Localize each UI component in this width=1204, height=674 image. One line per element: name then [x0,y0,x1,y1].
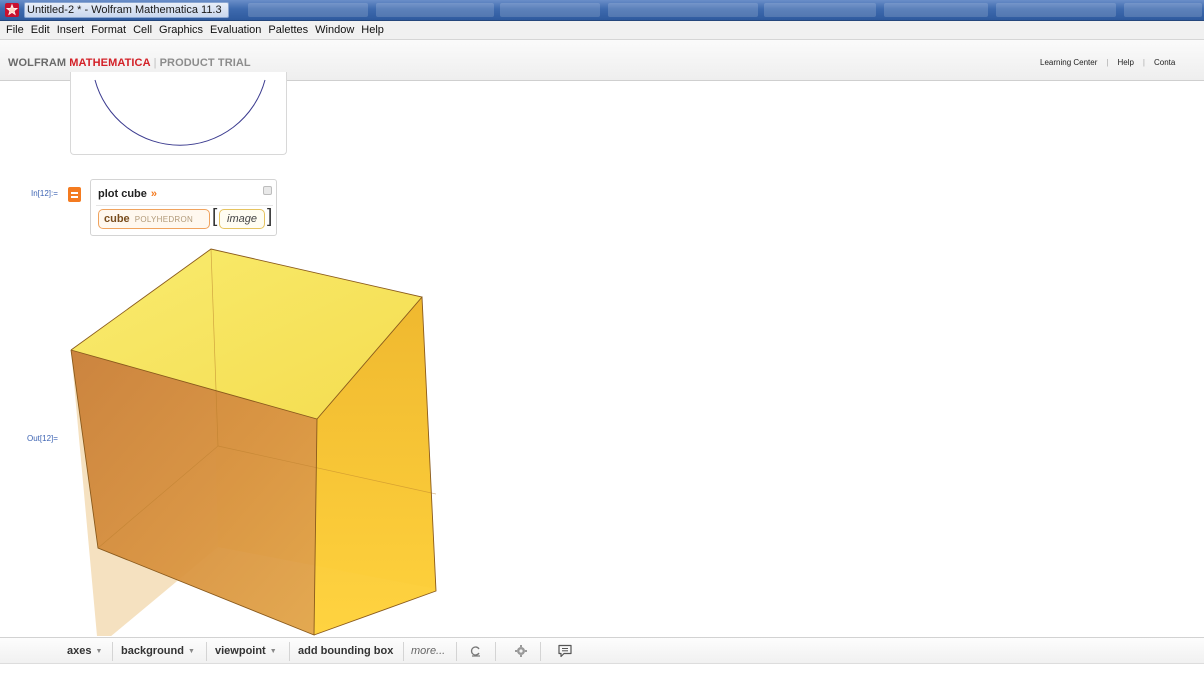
brand-separator: | [153,57,157,69]
entity-name: cube [104,213,130,225]
mathematica-spikey-icon [5,3,19,17]
help-link[interactable]: Help [1117,58,1133,67]
query-chevron[interactable]: » [151,188,157,200]
taskbar-item[interactable] [248,3,368,17]
taskbar-item[interactable] [884,3,988,17]
viewpoint-button[interactable]: viewpoint ▼ [215,638,277,664]
brand-product-trial: PRODUCT TRIAL [159,57,251,69]
circle-graphic [94,79,266,146]
chevron-down-icon: ▼ [95,647,103,655]
axes-button[interactable]: axes ▼ [67,638,102,664]
free-form-input-cell[interactable]: plot cube » cube POLYHEDRON [ image ] [90,179,277,236]
menu-insert[interactable]: Insert [57,24,85,36]
taskbar-item[interactable] [376,3,494,17]
background-button[interactable]: background ▼ [121,638,195,664]
learning-center-link[interactable]: Learning Center [1040,58,1097,67]
gear-icon[interactable] [513,643,529,659]
taskbar-item[interactable] [608,3,758,17]
toolbar-divider [456,642,457,661]
input-label: In[12]:= [31,189,58,198]
taskbar-item[interactable] [500,3,600,17]
link-separator: | [1106,58,1109,67]
menu-format[interactable]: Format [91,24,126,36]
link-separator: | [1142,58,1145,67]
input-divider [96,205,273,206]
previous-output-frame[interactable] [70,72,287,155]
taskbar-item[interactable] [1124,3,1202,17]
toolbar-divider [206,642,207,661]
chevron-down-icon: ▼ [187,647,195,655]
speech-bubble-icon[interactable] [557,643,573,659]
cube-3d-graphic[interactable] [0,236,440,636]
brand-wolfram: WOLFRAM [8,57,67,69]
add-bounding-box-button[interactable]: add bounding box [298,638,393,664]
background-label: background [121,645,184,657]
menu-graphics[interactable]: Graphics [159,24,203,36]
wolfram-mathematica-logo: WOLFRAM MATHEMATICA | PRODUCT TRIAL [8,57,251,69]
menu-help[interactable]: Help [361,24,384,36]
toolbar-divider [540,642,541,661]
entity-type: POLYHEDRON [134,214,194,224]
query-string: plot cube [98,188,147,200]
menu-bar: File Edit Insert Format Cell Graphics Ev… [0,21,1204,40]
window-title: Untitled-2 * - Wolfram Mathematica 11.3 [24,2,229,18]
rotate-undo-icon[interactable] [468,643,484,659]
menu-cell[interactable]: Cell [133,24,152,36]
menu-palettes[interactable]: Palettes [268,24,308,36]
menu-edit[interactable]: Edit [31,24,50,36]
toolbar-divider [495,642,496,661]
axes-label: axes [67,645,92,657]
chevron-down-icon: ▼ [269,647,277,655]
taskbar-item[interactable] [764,3,876,17]
more-button[interactable]: more... [411,638,445,664]
property-tag[interactable]: image [219,209,265,229]
contact-link[interactable]: Conta [1154,58,1175,67]
collapse-square-icon[interactable] [263,186,272,195]
add-bounding-box-label: add bounding box [298,645,394,657]
viewpoint-label: viewpoint [215,645,266,657]
toolbar-divider [112,642,113,661]
taskbar-item[interactable] [996,3,1116,17]
toolbar-divider [289,642,290,661]
menu-file[interactable]: File [6,24,24,36]
menu-evaluation[interactable]: Evaluation [210,24,261,36]
toolbar-divider [403,642,404,661]
open-bracket: [ [212,206,218,227]
suggestions-bar: axes ▼ background ▼ viewpoint ▼ add boundin… [0,637,1204,664]
close-bracket: ] [267,206,273,227]
entity-tag[interactable]: cube POLYHEDRON [98,209,210,229]
menu-window[interactable]: Window [315,24,354,36]
banner-links: Learning Center | Help | Conta [1040,58,1175,67]
query-text[interactable]: plot cube » [98,188,157,200]
wolfram-alpha-input-icon[interactable] [68,187,81,202]
brand-mathematica: MATHEMATICA [69,57,151,69]
window-title-bar[interactable]: Untitled-2 * - Wolfram Mathematica 11.3 [0,0,1204,21]
